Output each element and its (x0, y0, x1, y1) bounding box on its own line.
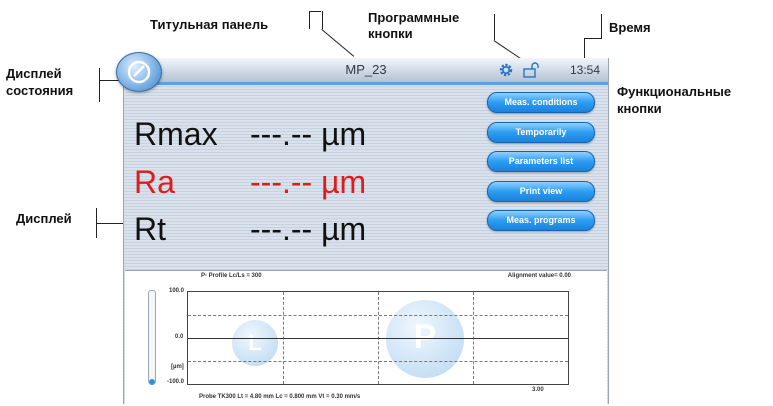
meas-programs-button[interactable]: Meas. programs (487, 210, 595, 231)
measurement-name: Rmax (134, 116, 218, 152)
status-logo-icon[interactable] (116, 52, 162, 92)
measurement-value: ---.-- µm (250, 211, 367, 247)
leader-status-display (99, 68, 100, 102)
y-axis-mid-label: 0.0 (175, 334, 184, 340)
measurement-value: ---.-- µm (250, 164, 367, 200)
graph-footer: Probe TK300 Lt = 4.80 mm Lc = 0.800 mm V… (199, 394, 361, 400)
meas-conditions-button[interactable]: Meas. conditions (487, 92, 595, 113)
leader-title-panel-5 (321, 29, 355, 57)
leader-title-panel (309, 11, 310, 29)
x-axis-end-label: 3.00 (532, 387, 544, 393)
leader-program-buttons (494, 14, 495, 40)
device-screen: MP_23 13:54 Rmax ---.-- µm Ra ---.-- µm … (116, 52, 609, 405)
profile-plot-area[interactable]: L P (187, 291, 569, 385)
annotation-status-display-1: Дисплей (6, 66, 62, 81)
y-axis-bottom-label: -100.0 (167, 379, 185, 385)
annotation-function-buttons-1: Функциональные (617, 84, 732, 99)
graph-header-right: Alignment value= 0.00 (507, 273, 571, 279)
watermark-left-letter: L (248, 330, 262, 355)
annotation-program-buttons-1: Программные (368, 10, 460, 25)
measurement-name: Rt (134, 211, 166, 247)
leader-title-panel-2 (309, 11, 321, 12)
leader-time (601, 14, 602, 38)
leader-display-2 (96, 223, 124, 224)
status-logo-glyph-icon (127, 60, 151, 84)
grid-line-horizontal (188, 315, 568, 316)
measurement-name: Ra (134, 164, 175, 200)
leader-time-2 (584, 38, 602, 39)
annotation-function-buttons-2: кнопки (617, 101, 662, 116)
measurement-value: ---.-- µm (250, 116, 367, 152)
y-axis-top-label: 100.0 (169, 288, 185, 294)
watermark-right-icon: P (386, 300, 464, 378)
annotation-status-display-2: состояния (6, 83, 74, 98)
lock-icon[interactable] (522, 62, 540, 78)
gear-icon[interactable] (498, 62, 514, 78)
annotation-time: Время (609, 20, 651, 35)
title-bar: MP_23 13:54 (124, 58, 608, 85)
annotation-program-buttons-2: кнопки (368, 26, 413, 41)
watermark-left-icon: L (232, 320, 278, 366)
clock-time: 13:54 (569, 63, 600, 77)
grid-line-horizontal (188, 361, 568, 362)
annotation-display: Дисплей (16, 211, 72, 226)
leader-title-panel-3 (322, 11, 323, 29)
vertical-level-indicator[interactable] (148, 290, 156, 385)
level-indicator-dot (149, 379, 155, 385)
graph-header-left: P- Profile Lc/Ls = 300 (201, 273, 262, 279)
temporarily-button[interactable]: Temporarily (487, 122, 595, 143)
print-view-button[interactable]: Print view (487, 181, 595, 202)
annotation-title-panel: Титульная панель (150, 17, 269, 32)
profile-graph-panel: P- Profile Lc/Ls = 300 Alignment value= … (125, 270, 607, 405)
zero-line (188, 338, 568, 339)
parameters-list-button[interactable]: Parameters list (487, 151, 595, 172)
y-axis-unit-label: [µm] (171, 364, 184, 370)
